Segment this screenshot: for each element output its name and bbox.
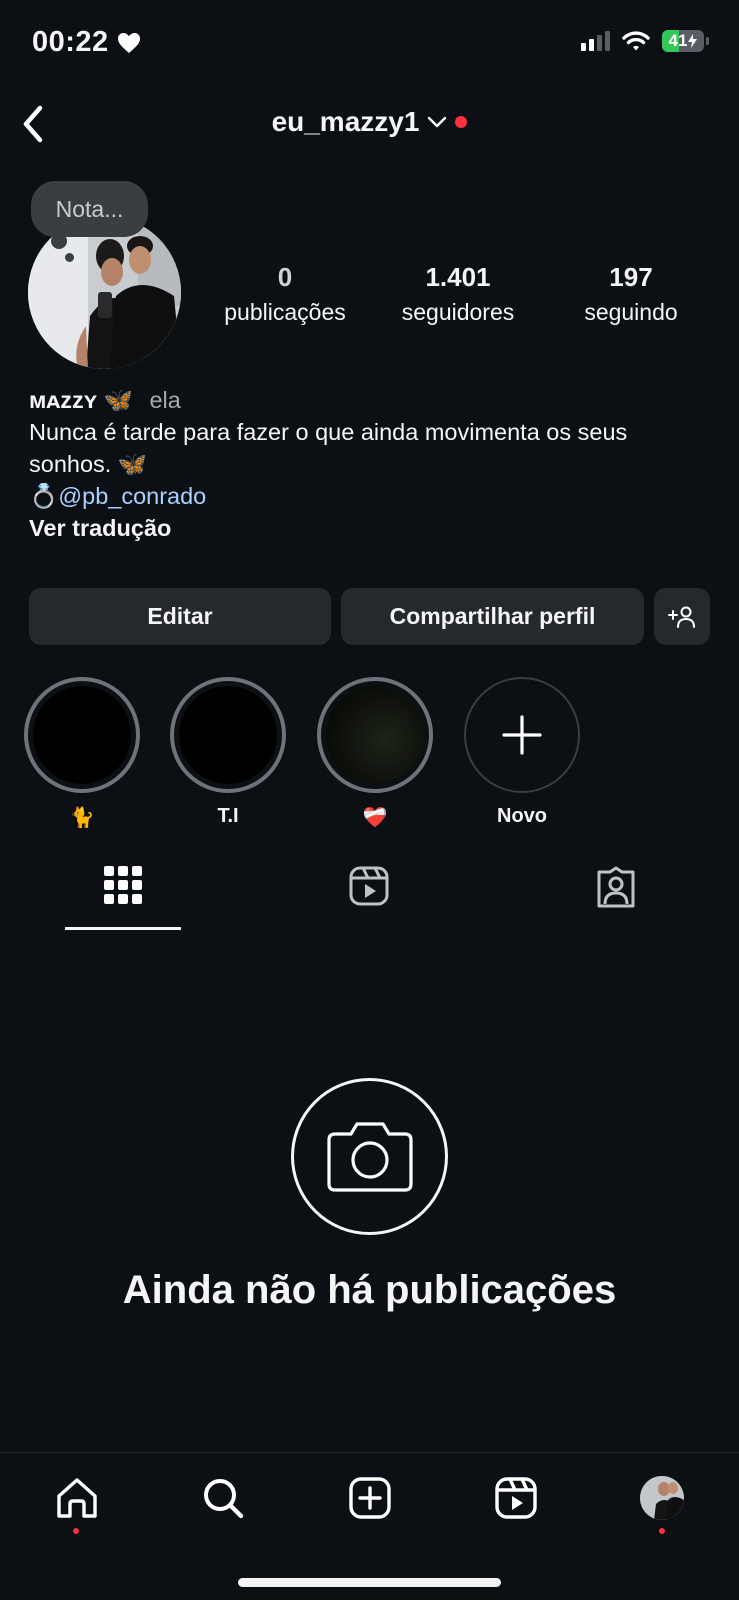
chevron-down-icon [428,116,447,128]
highlight-cover [317,677,433,793]
highlight-label: ❤️‍🩹 [362,807,388,829]
highlight-cover [170,677,286,793]
nav-search[interactable] [198,1473,248,1523]
status-icons: 41 [581,30,709,52]
see-translation-link[interactable]: Ver tradução [29,512,719,544]
tab-tagged[interactable] [595,866,637,913]
signal-icon [581,31,610,51]
highlight-item[interactable]: T.I [170,677,286,828]
display-name-emoji: 🦋 [103,387,133,413]
empty-state-camera [291,1078,448,1235]
reels-icon [349,866,389,906]
username: eu_mazzy1 [271,106,420,137]
battery-charging-icon: 41 [662,30,709,52]
nav-reels[interactable] [491,1473,541,1523]
bio-text-line1: Nunca é tarde para fazer o que ainda mov… [29,419,628,445]
profile-notification-dot [659,1528,665,1534]
posts-label: publicações [224,299,346,325]
tagged-icon [597,866,635,908]
bio-text-line2: sonhos. [29,451,112,477]
posts-count: 0 [277,262,293,292]
bio-mention-row: 💍@pb_conrado [29,480,719,512]
nav-create[interactable] [345,1473,395,1523]
followers-count: 1.401 [425,262,491,292]
nav-home[interactable] [52,1473,102,1523]
add-person-icon [668,606,695,628]
followers-label: seguidores [401,299,515,325]
stat-posts[interactable]: 0 publicações [205,262,365,326]
highlight-label: T.I [217,805,239,827]
following-label: seguindo [584,299,678,325]
status-time-text: 00:22 [32,26,109,58]
home-indicator [238,1578,501,1587]
highlight-item[interactable]: ❤️‍🩹 [317,677,433,830]
search-icon [204,1479,244,1519]
highlight-label: Novo [497,805,547,827]
wifi-icon [622,31,650,51]
home-icon [57,1478,97,1518]
pronoun: ela [149,387,181,413]
heart-icon [117,32,140,53]
grid-icon [104,866,142,904]
mention-link[interactable]: @pb_conrado [58,483,206,509]
highlight-cover [24,677,140,793]
discover-people-button[interactable] [654,588,710,645]
bio-name-row: ᴍᴀᴢᴢʏ 🦋 ela [29,384,719,416]
active-tab-indicator [65,927,181,930]
new-highlight-button[interactable]: Novo [464,677,580,828]
camera-icon [326,1121,413,1192]
highlight-label: 🐈 [69,807,95,829]
create-icon [349,1477,391,1519]
stat-following[interactable]: 197 seguindo [551,262,711,326]
battery-level: 41 [668,31,688,50]
nav-profile[interactable] [637,1473,687,1523]
share-profile-button[interactable]: Compartilhar perfil [341,588,644,645]
bio-text-emoji: 🦋 [117,451,148,477]
highlight-item[interactable]: 🐈 [24,677,140,830]
ring-emoji: 💍 [29,483,59,509]
following-count: 197 [609,262,653,292]
reels-icon [495,1477,537,1519]
edit-profile-button[interactable]: Editar [29,588,331,645]
bio-text-line2-row: sonhos. 🦋 [29,448,719,480]
tab-reels[interactable] [349,866,389,911]
display-name: ᴍᴀᴢᴢʏ [29,387,98,413]
plus-icon [502,715,542,755]
notification-dot [455,116,468,128]
bio: ᴍᴀᴢᴢʏ 🦋 ela Nunca é tarde para fazer o q… [29,384,719,544]
new-highlight-circle [464,677,580,793]
empty-state-title: Ainda não há publicações [122,1268,617,1312]
username-switcher[interactable]: eu_mazzy1 [0,106,739,138]
profile-avatar-mini [640,1476,684,1520]
stat-followers[interactable]: 1.401 seguidores [378,262,538,326]
note-bubble-tail-small [65,253,74,262]
tab-posts-grid[interactable] [104,866,142,909]
home-notification-dot [73,1528,79,1534]
status-time: 00:22 [32,26,141,59]
note-bubble[interactable]: Nota... [31,181,148,237]
